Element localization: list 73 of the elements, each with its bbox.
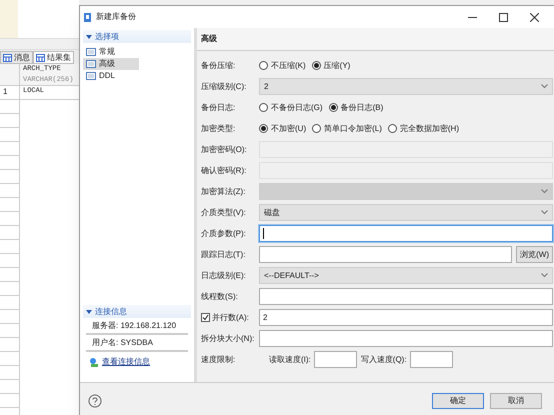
- radio-button[interactable]: [328, 103, 338, 112]
- chevron-icon: [541, 273, 548, 278]
- connection-info: 用户名: SYSDBA: [86, 335, 188, 352]
- help-icon[interactable]: [88, 394, 102, 408]
- radio-label: 不压缩(K): [271, 60, 306, 72]
- field-label: 写入速度(Q):: [360, 354, 407, 366]
- radio-label: 完全数据加密(H): [400, 122, 459, 134]
- input-field[interactable]: [259, 288, 553, 305]
- radio-button[interactable]: [259, 103, 268, 112]
- field-label: 速度限制:: [201, 354, 236, 366]
- input-field[interactable]: [410, 351, 453, 368]
- input-field[interactable]: [259, 330, 553, 347]
- nav-item[interactable]: DDL: [83, 70, 139, 82]
- radio-button[interactable]: [259, 124, 268, 133]
- field-label: 介质参数(P):: [201, 228, 247, 240]
- field-label: 线程数(S):: [201, 290, 239, 302]
- radio-button[interactable]: [312, 124, 322, 133]
- window-title: 新建库备份: [96, 11, 137, 23]
- connection-icon: [89, 357, 99, 367]
- field-label: 加密算法(Z):: [201, 186, 246, 198]
- line-number-gutter: [0, 0, 18, 38]
- radio-label: 压缩(Y): [324, 60, 350, 72]
- dialog-button[interactable]: 确定: [432, 393, 484, 409]
- table-icon: [36, 54, 45, 62]
- field-label: 压缩级别(C):: [201, 80, 248, 92]
- table-icon: [3, 54, 12, 62]
- dropdown[interactable]: 磁盘: [259, 204, 553, 221]
- dropdown[interactable]: <--DEFAULT-->: [259, 267, 553, 284]
- field-label: 日志级别(E):: [201, 270, 247, 282]
- browse-button[interactable]: 浏览(W): [516, 246, 553, 263]
- field-label: 跟踪日志(T):: [201, 248, 246, 260]
- checkbox[interactable]: [201, 313, 210, 322]
- database-icon: [83, 12, 92, 22]
- result-tab[interactable]: 结果集: [33, 51, 74, 64]
- chevron-icon: [541, 84, 548, 89]
- input-field[interactable]: [259, 246, 512, 263]
- panel-header: 高级: [197, 28, 554, 51]
- field-label: 拆分块大小(N):: [201, 332, 256, 344]
- checkbox-label: 并行数(A):: [212, 312, 249, 324]
- section-header: 选择项: [83, 30, 191, 43]
- input-field[interactable]: [259, 225, 553, 242]
- field-label: 读取速度(I):: [269, 354, 311, 366]
- horizontal-scrollbar[interactable]: [0, 38, 79, 50]
- collapse-icon[interactable]: [86, 310, 92, 314]
- nav-item[interactable]: 常规: [83, 46, 139, 58]
- row-number: 1: [0, 86, 19, 100]
- collapse-icon[interactable]: [86, 34, 92, 38]
- radio-button[interactable]: [312, 61, 321, 70]
- field-label: 加密类型:: [201, 122, 236, 134]
- dialog-button[interactable]: 取消: [490, 393, 542, 409]
- field-label: 确认密码(R):: [201, 164, 248, 176]
- nav-item[interactable]: 高级: [83, 58, 139, 70]
- result-tab[interactable]: 消息: [0, 51, 33, 64]
- field-label: 备份日志:: [201, 102, 236, 114]
- view-connection-link[interactable]: 查看连接信息: [102, 356, 150, 368]
- field-label: 介质类型(V):: [201, 206, 247, 218]
- chevron-icon: [541, 210, 548, 215]
- radio-button[interactable]: [259, 61, 268, 70]
- input-field[interactable]: [314, 351, 357, 368]
- input-field[interactable]: 2: [259, 309, 553, 326]
- chevron-icon: [541, 189, 548, 194]
- radio-label: 不加密(U): [271, 122, 306, 134]
- close-icon[interactable]: [530, 12, 539, 22]
- radio-label: 备份日志(B): [340, 102, 384, 114]
- connection-info: 服务器: 192.168.21.120: [86, 318, 188, 335]
- radio-label: 不备份日志(G): [271, 102, 323, 114]
- field-label: 加密密码(O):: [201, 144, 248, 156]
- radio-button[interactable]: [388, 124, 397, 133]
- maximize-icon[interactable]: [499, 12, 508, 22]
- section-header: 连接信息: [83, 305, 191, 318]
- dropdown[interactable]: 2: [259, 78, 553, 95]
- field-label: 备份压缩:: [201, 60, 236, 72]
- radio-label: 简单口令加密(L): [324, 122, 382, 134]
